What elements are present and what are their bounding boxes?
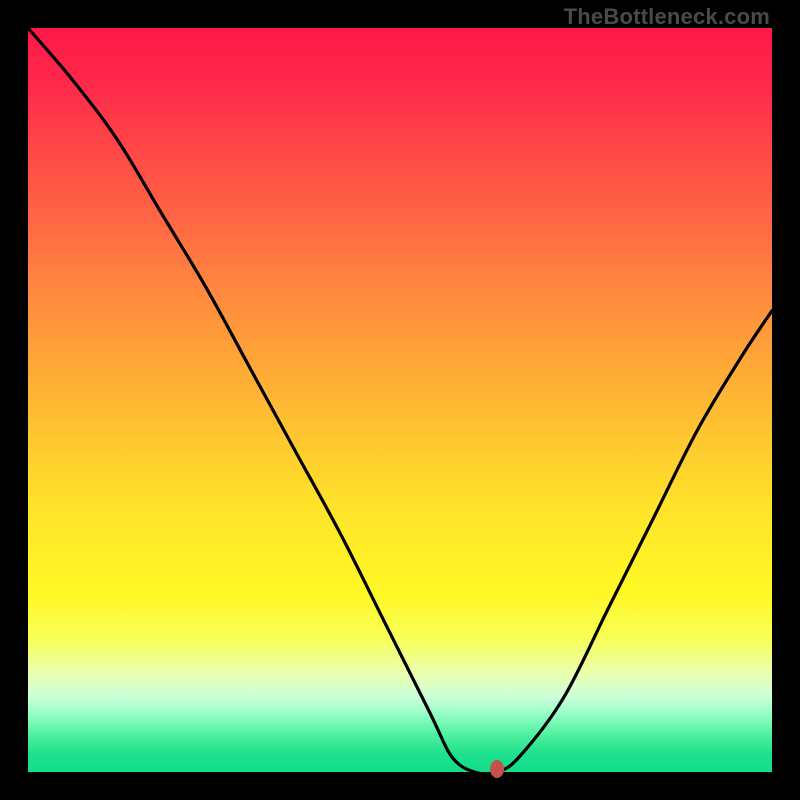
bottleneck-curve [28, 28, 772, 772]
attribution-text: TheBottleneck.com [564, 4, 770, 30]
plot-area [28, 28, 772, 772]
bottleneck-marker [490, 760, 504, 778]
chart-frame: TheBottleneck.com [0, 0, 800, 800]
